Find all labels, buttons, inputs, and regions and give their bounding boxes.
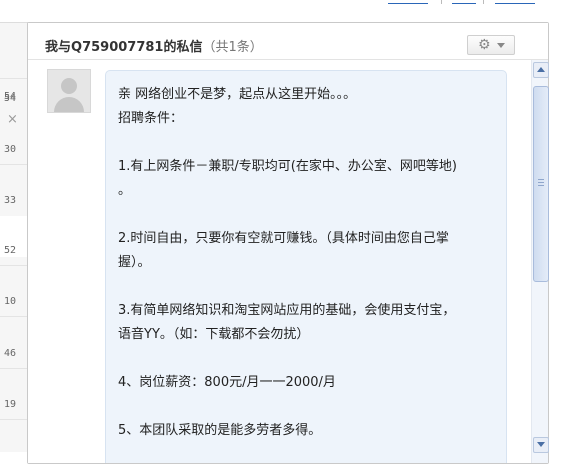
- message-bubble: 亲 网络创业不是梦，起点从这里开始。。。 招聘条件： 1.有上网条件－兼职/专职…: [105, 70, 507, 463]
- grip-line: [538, 185, 544, 186]
- top-link-2[interactable]: [452, 0, 476, 4]
- title-prefix: 我与: [45, 40, 72, 55]
- message-line: 3.有简单网络知识和淘宝网站应用的基础，会使用支付宝，: [118, 303, 456, 318]
- list-item-time: 33: [3, 195, 16, 206]
- message-area: 亲 网络创业不是梦，起点从这里开始。。。 招聘条件： 1.有上网条件－兼职/专职…: [28, 60, 531, 463]
- avatar-head-shape: [61, 78, 77, 94]
- scroll-thumb[interactable]: [533, 86, 549, 282]
- arrow-up-icon: [537, 67, 545, 72]
- message-line: 5、本团队采取的是能多劳者多得。: [118, 423, 322, 438]
- divider: [0, 163, 28, 165]
- message-line: 4、岗位薪资：800元/月一一2000/月: [118, 375, 336, 390]
- message-line: [118, 395, 493, 419]
- message-text: 亲 网络创业不是梦，起点从这里开始。。。 招聘条件： 1.有上网条件－兼职/专职…: [118, 83, 493, 443]
- list-item-time: 10: [3, 296, 16, 307]
- top-link-1[interactable]: [388, 0, 428, 4]
- avatar[interactable]: [47, 69, 91, 113]
- top-bar: [0, 0, 565, 22]
- top-separator: [441, 0, 442, 4]
- dialog-title: 我与Q759007781的私信（共1条）: [45, 36, 263, 55]
- avatar-body-shape: [54, 97, 84, 112]
- list-item[interactable]: 54: [0, 23, 28, 102]
- arrow-down-icon: [537, 442, 545, 447]
- settings-dropdown-button[interactable]: ⚙: [467, 35, 515, 55]
- contact-name[interactable]: Q759007781: [71, 40, 163, 55]
- list-item-time: 30: [3, 144, 16, 155]
- message-line: 1.有上网条件－兼职/专职均可(在家中、办公室、网吧等地): [118, 159, 457, 174]
- message-line: 。: [118, 183, 132, 198]
- top-link-3[interactable]: [495, 0, 535, 4]
- list-item-time: 52: [3, 245, 16, 256]
- background-message-list: 54 54 × 30 33 52 10 46 19: [0, 22, 28, 452]
- message-count: （共1条）: [202, 40, 263, 55]
- grip-line: [538, 182, 544, 183]
- gear-icon: ⚙: [478, 37, 491, 53]
- top-separator: [483, 0, 484, 4]
- list-item-time: 54: [3, 93, 16, 104]
- divider: [0, 264, 28, 266]
- private-message-dialog: 我与Q759007781的私信（共1条） ⚙ 亲 网络创业不是梦，起点从这里开始…: [27, 22, 549, 464]
- list-item-time: 19: [3, 399, 16, 410]
- message-line: 招聘条件：: [118, 111, 184, 126]
- message-line: 2.时间自由，只要你有空就可赚钱。（具体时间由您自己掌: [118, 231, 449, 246]
- list-item-time: 46: [3, 348, 16, 359]
- grip-line: [538, 179, 544, 180]
- title-suffix: 的私信: [163, 40, 203, 55]
- message-line: 语音YY。（如：下载都不会勿扰）: [118, 327, 310, 342]
- dialog-header: 我与Q759007781的私信（共1条） ⚙: [28, 23, 548, 60]
- close-icon[interactable]: ×: [7, 112, 18, 127]
- chevron-down-icon: [497, 43, 505, 48]
- message-line: 亲 网络创业不是梦，起点从这里开始。。。: [118, 87, 357, 102]
- message-line: [118, 203, 493, 227]
- divider: [0, 367, 28, 369]
- message-line: [118, 131, 493, 155]
- message-line: [118, 347, 493, 371]
- divider: [0, 315, 28, 317]
- scroll-up-button[interactable]: [533, 62, 549, 78]
- vertical-scrollbar[interactable]: [531, 60, 549, 463]
- message-line: [118, 275, 493, 299]
- divider: [0, 418, 28, 420]
- message-line: 握）。: [118, 255, 151, 270]
